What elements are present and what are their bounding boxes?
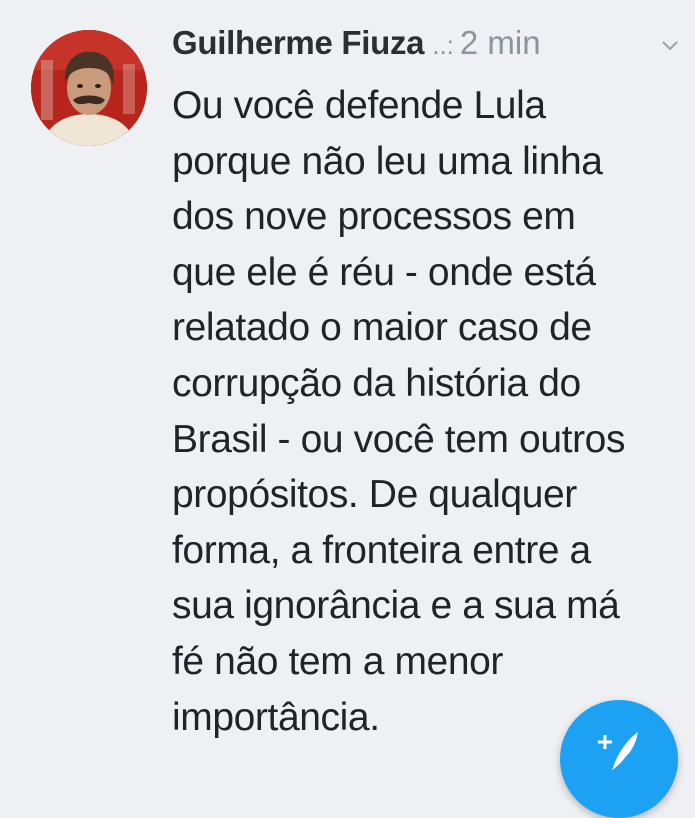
compose-tweet-icon — [598, 732, 638, 770]
chevron-down-icon[interactable] — [660, 36, 680, 56]
tweet-header: Guilherme Fiuza ..: 2 min — [172, 24, 695, 68]
tweet-text-line: dos nove processos em — [172, 195, 576, 239]
author-handle[interactable]: ..: — [432, 30, 454, 61]
tweet-text-line: propósitos. De qualquer — [172, 473, 577, 517]
tweet-text-line: corrupção da história do — [172, 361, 581, 405]
avatar[interactable] — [31, 30, 147, 146]
tweet: Guilherme Fiuza ..: 2 min Ou você defend… — [0, 0, 695, 818]
tweet-text-line: porque não leu uma linha — [172, 139, 603, 183]
tweet-text-line: forma, a fronteira entre a — [172, 528, 591, 572]
compose-tweet-button[interactable] — [560, 700, 678, 818]
author-name[interactable]: Guilherme Fiuza — [172, 24, 425, 62]
tweet-text-line: relatado o maior caso de — [172, 306, 592, 350]
avatar-photo — [31, 30, 147, 146]
timestamp[interactable]: 2 min — [460, 24, 541, 62]
tweet-text-line: Brasil - ou você tem outros — [172, 417, 626, 461]
tweet-text-line: fé não tem a menor — [172, 639, 503, 683]
tweet-text-line: Ou você defende Lula — [172, 84, 546, 127]
tweet-text: Ou você defende Lula porque não leu uma … — [172, 78, 687, 745]
tweet-text-line: sua ignorância e a sua má — [172, 584, 620, 628]
tweet-text-line: que ele é réu - onde está — [172, 250, 596, 294]
